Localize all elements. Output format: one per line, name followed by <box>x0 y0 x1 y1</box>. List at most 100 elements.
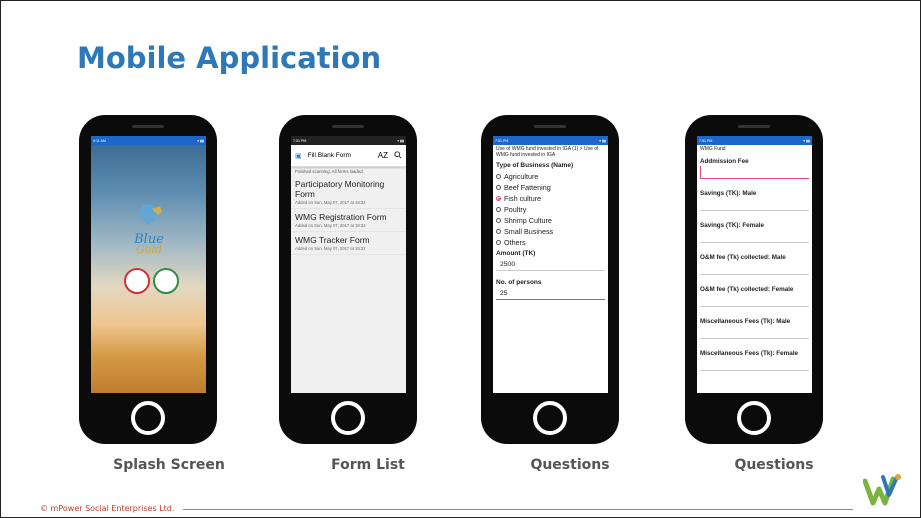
slide-title: Mobile Application <box>77 41 382 75</box>
form-added-date: Added on Sun, May 07, 2017 at 18:32 <box>295 223 366 228</box>
caption-questions-2: Questions <box>734 457 814 473</box>
radio-option[interactable]: Poultry <box>493 204 608 215</box>
list-item[interactable]: WMG Registration Form Added on Sun, May … <box>291 209 406 232</box>
form-added-date: Added on Sun, May 07, 2017 at 18:32 <box>295 246 366 251</box>
type-of-business-label: Type of Business (Name) <box>496 162 574 169</box>
om-fee-male-input[interactable] <box>700 262 809 275</box>
radio-icon <box>496 207 501 212</box>
signal-battery-icon: ▾ ▮▮ <box>197 138 204 143</box>
blue-gold-logo: Blue Gold <box>119 203 179 256</box>
slide: Mobile Application 9:11 AM ▾ ▮▮ Blue Gol… <box>0 0 921 518</box>
home-button[interactable] <box>331 401 365 435</box>
home-button[interactable] <box>131 401 165 435</box>
radio-option[interactable]: Others <box>493 237 608 248</box>
admission-fee-input[interactable] <box>700 165 809 179</box>
om-fee-female-input[interactable] <box>700 294 809 307</box>
radio-icon <box>496 174 501 179</box>
radio-option[interactable]: Beef Fattening <box>493 182 608 193</box>
water-board-seal-icon <box>153 268 179 294</box>
form-added-date: Added on Sun, May 07, 2017 at 18:32 <box>295 200 366 205</box>
misc-fees-male-input[interactable] <box>700 326 809 339</box>
status-time: 7:51 PM <box>293 138 307 143</box>
amount-input[interactable]: 2500 <box>496 259 605 271</box>
field-label: O&M fee (Tk) collected: Male <box>700 253 786 261</box>
option-label: Poultry <box>504 205 527 214</box>
misc-fees-female-input[interactable] <box>700 358 809 371</box>
scan-status: Finished scanning. All forms loaded. <box>295 169 364 174</box>
list-item[interactable]: Participatory Monitoring Form Added on S… <box>291 176 406 209</box>
radio-option-selected[interactable]: Fish culture <box>493 193 608 204</box>
option-label: Fish culture <box>504 194 542 203</box>
status-bar: 7:51 PM ▾ ▮▮ <box>291 136 406 145</box>
questions-screen-2: 7:51 PM ▾ ▮▮ WMG Fund Addmission Fee Sav… <box>697 136 812 393</box>
form-name: WMG Registration Form <box>295 212 387 222</box>
phone-questions-1: 7:51 PM ▾ ▮▮ Use of WMG fund invested in… <box>481 115 619 444</box>
option-label: Others <box>504 238 526 247</box>
option-label: Agriculture <box>504 172 539 181</box>
field-label: Savings (TK): Male <box>700 189 757 197</box>
footer-copyright: © mPower Social Enterprises Ltd. <box>40 504 175 513</box>
amount-label: Amount (TK) <box>496 250 536 257</box>
phone-form-list: 7:51 PM ▾ ▮▮ ▣ Fill Blank Form AZ Finish… <box>279 115 417 444</box>
status-time: 7:51 PM <box>699 138 713 143</box>
sort-icon[interactable]: AZ <box>378 151 388 160</box>
field-label: Savings (TK): Female <box>700 221 765 229</box>
bangladesh-map-icon <box>140 204 162 225</box>
radio-option[interactable]: Agriculture <box>493 171 608 182</box>
persons-label: No. of persons <box>496 279 542 286</box>
option-label: Shrimp Culture <box>504 216 552 225</box>
signal-battery-icon: ▾ ▮▮ <box>803 138 810 143</box>
radio-option[interactable]: Shrimp Culture <box>493 215 608 226</box>
caption-splash: Splash Screen <box>113 457 225 473</box>
home-button[interactable] <box>533 401 567 435</box>
mpower-logo-icon <box>862 473 903 514</box>
persons-input[interactable]: 25 <box>496 288 605 300</box>
question-group-header: WMG Fund <box>700 146 726 152</box>
list-item[interactable]: WMG Tracker Form Added on Sun, May 07, 2… <box>291 232 406 255</box>
status-bar: 9:11 AM ▾ ▮▮ <box>91 136 206 145</box>
form-name: Participatory Monitoring Form <box>295 179 385 199</box>
radio-icon <box>496 218 501 223</box>
savings-female-input[interactable] <box>700 230 809 243</box>
radio-icon <box>496 229 501 234</box>
caption-form-list: Form List <box>331 457 405 473</box>
logo-text-gold: Gold <box>136 243 162 256</box>
questions-screen-1: 7:51 PM ▾ ▮▮ Use of WMG fund invested in… <box>493 136 608 393</box>
footer-divider <box>183 509 853 510</box>
home-button[interactable] <box>737 401 771 435</box>
status-bar: 7:51 PM ▾ ▮▮ <box>493 136 608 145</box>
caption-questions-1: Questions <box>530 457 610 473</box>
field-label: Miscellaneous Fees (Tk): Female <box>700 349 798 357</box>
phone-speaker <box>738 125 770 128</box>
phone-splash: 9:11 AM ▾ ▮▮ Blue Gold <box>79 115 217 444</box>
radio-option[interactable]: Small Business <box>493 226 608 237</box>
option-label: Small Business <box>504 227 554 236</box>
radio-icon <box>496 185 501 190</box>
form-name: WMG Tracker Form <box>295 235 370 245</box>
phone-speaker <box>534 125 566 128</box>
form-list-toolbar: ▣ Fill Blank Form AZ <box>291 145 406 167</box>
field-label: Addmission Fee <box>700 157 749 165</box>
signal-battery-icon: ▾ ▮▮ <box>599 138 606 143</box>
option-label: Beef Fattening <box>504 183 551 192</box>
radio-icon <box>496 240 501 245</box>
phone-questions-2: 7:51 PM ▾ ▮▮ WMG Fund Addmission Fee Sav… <box>685 115 823 444</box>
government-seal-icon <box>124 268 150 294</box>
status-time: 7:51 PM <box>495 138 509 143</box>
status-bar: 7:51 PM ▾ ▮▮ <box>697 136 812 145</box>
phone-speaker <box>132 125 164 128</box>
status-time: 9:11 AM <box>93 138 106 143</box>
toolbar-title: Fill Blank Form <box>307 152 351 159</box>
field-label: Miscellaneous Fees (Tk): Male <box>700 317 791 325</box>
question-group-header: Use of WMG fund invested in IGA (1) > Us… <box>496 146 599 158</box>
savings-male-input[interactable] <box>700 198 809 211</box>
splash-screen: 9:11 AM ▾ ▮▮ Blue Gold <box>91 136 206 393</box>
phone-speaker <box>332 125 364 128</box>
field-label: O&M fee (Tk) collected: Female <box>700 285 794 293</box>
signal-battery-icon: ▾ ▮▮ <box>397 138 404 143</box>
radio-selected-icon <box>496 196 501 201</box>
app-icon: ▣ <box>295 152 302 160</box>
search-icon[interactable] <box>394 150 402 161</box>
splash-background: Blue Gold <box>91 145 206 393</box>
form-list-screen: 7:51 PM ▾ ▮▮ ▣ Fill Blank Form AZ Finish… <box>291 136 406 393</box>
